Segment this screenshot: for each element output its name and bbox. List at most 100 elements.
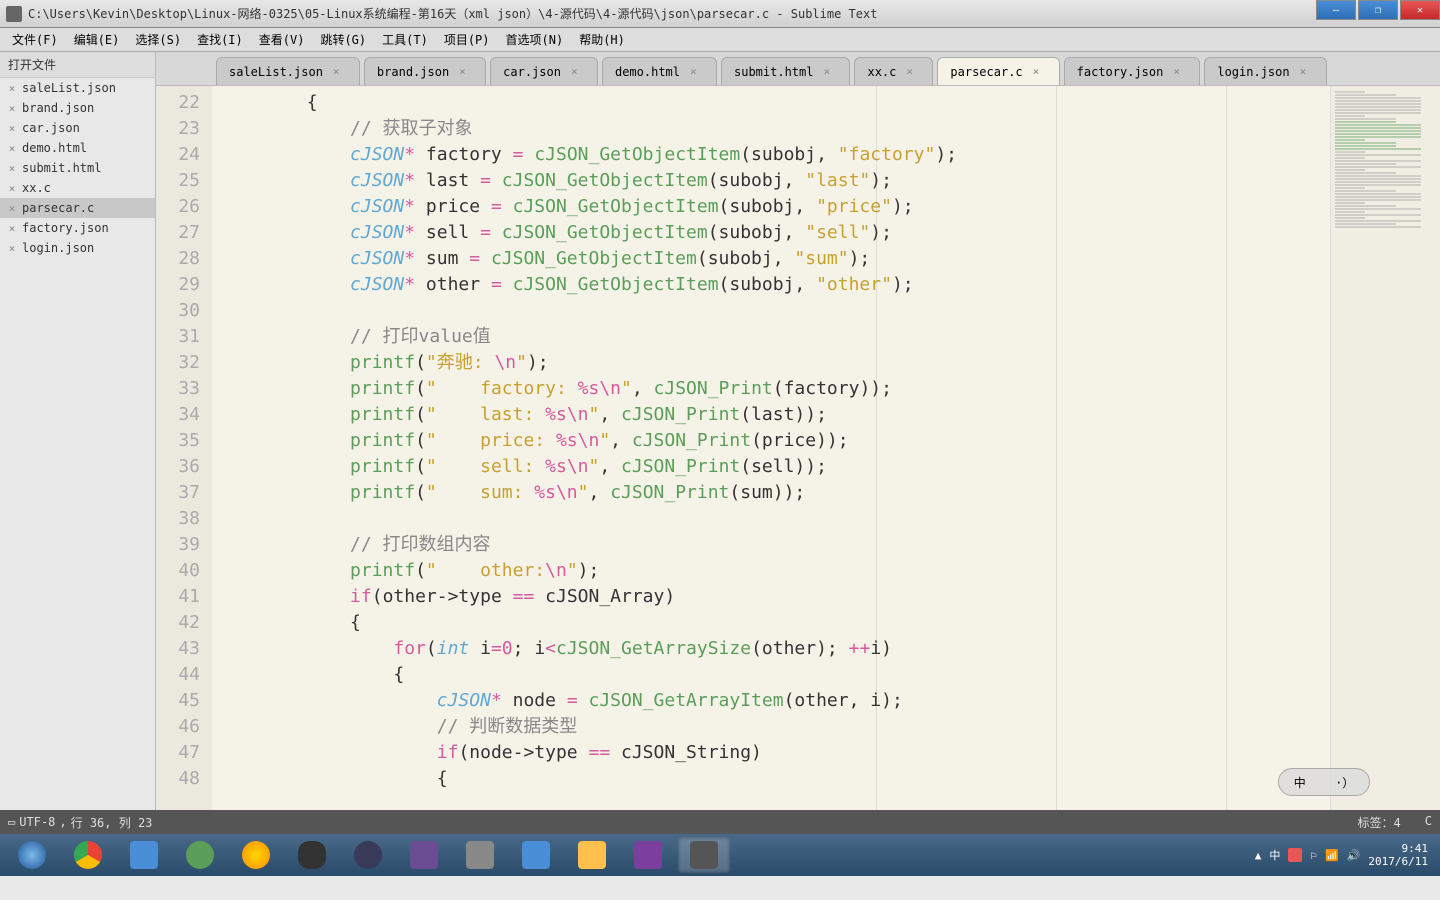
code-line[interactable] — [220, 298, 1330, 324]
code-line[interactable]: printf("奔驰: \n"); — [220, 350, 1330, 376]
close-icon[interactable]: × — [1300, 65, 1314, 78]
close-icon[interactable]: × — [6, 102, 18, 115]
tray-volume-icon[interactable]: 🔊 — [1347, 849, 1361, 862]
editor-tab[interactable]: demo.html× — [602, 57, 717, 85]
taskbar-app3[interactable] — [230, 837, 282, 873]
menu-item[interactable]: 跳转(G) — [312, 29, 374, 50]
code-line[interactable]: printf(" sum: %s\n", cJSON_Print(sum)); — [220, 480, 1330, 506]
start-button[interactable] — [6, 837, 58, 873]
editor-tab[interactable]: login.json× — [1204, 57, 1326, 85]
close-icon[interactable]: × — [6, 242, 18, 255]
menu-item[interactable]: 项目(P) — [436, 29, 498, 50]
system-tray[interactable]: ▲ 中 ⚐ 📶 🔊 9:41 2017/6/11 — [1255, 842, 1436, 868]
status-language[interactable]: C — [1425, 814, 1432, 831]
close-icon[interactable]: × — [6, 202, 18, 215]
close-icon[interactable]: × — [6, 222, 18, 235]
menu-item[interactable]: 帮助(H) — [571, 29, 633, 50]
code-line[interactable]: cJSON* node = cJSON_GetArrayItem(other, … — [220, 688, 1330, 714]
minimap[interactable] — [1330, 86, 1440, 810]
editor-tab[interactable]: xx.c× — [854, 57, 933, 85]
close-icon[interactable]: × — [1033, 65, 1047, 78]
taskbar-qq[interactable] — [286, 837, 338, 873]
sidebar-file-item[interactable]: ×login.json — [0, 238, 155, 258]
taskbar-chrome[interactable] — [62, 837, 114, 873]
close-icon[interactable]: × — [6, 182, 18, 195]
taskbar-app1[interactable] — [118, 837, 170, 873]
tray-icon-2[interactable]: 中 — [1269, 847, 1280, 863]
code-line[interactable]: { — [220, 610, 1330, 636]
code-line[interactable]: if(node->type == cJSON_String) — [220, 740, 1330, 766]
editor-tab[interactable]: parsecar.c× — [937, 57, 1059, 85]
code-line[interactable]: printf(" last: %s\n", cJSON_Print(last))… — [220, 402, 1330, 428]
taskbar-vs[interactable] — [398, 837, 450, 873]
code-line[interactable]: // 打印value值 — [220, 324, 1330, 350]
code-line[interactable]: if(other->type == cJSON_Array) — [220, 584, 1330, 610]
menu-item[interactable]: 选择(S) — [127, 29, 189, 50]
code-line[interactable]: cJSON* factory = cJSON_GetObjectItem(sub… — [220, 142, 1330, 168]
taskbar-app2[interactable] — [174, 837, 226, 873]
close-icon[interactable]: × — [6, 162, 18, 175]
close-icon[interactable]: × — [571, 65, 585, 78]
tray-icon[interactable]: ▲ — [1255, 849, 1262, 862]
code-line[interactable]: // 判断数据类型 — [220, 714, 1330, 740]
tray-icon-4[interactable]: ⚐ — [1310, 849, 1317, 862]
close-icon[interactable]: × — [6, 82, 18, 95]
tray-clock[interactable]: 9:41 2017/6/11 — [1368, 842, 1428, 868]
code-content[interactable]: { // 获取子对象 cJSON* factory = cJSON_GetObj… — [212, 86, 1330, 810]
sidebar-file-item[interactable]: ×xx.c — [0, 178, 155, 198]
menu-item[interactable]: 首选项(N) — [498, 29, 572, 50]
menu-item[interactable]: 查找(I) — [189, 29, 251, 50]
tray-network-icon[interactable]: 📶 — [1325, 849, 1339, 862]
close-icon[interactable]: × — [459, 65, 473, 78]
sidebar-file-item[interactable]: ×submit.html — [0, 158, 155, 178]
sidebar-file-item[interactable]: ×saleList.json — [0, 78, 155, 98]
menu-item[interactable]: 编辑(E) — [66, 29, 128, 50]
close-icon[interactable]: × — [6, 142, 18, 155]
menu-item[interactable]: 查看(V) — [251, 29, 313, 50]
sidebar-file-item[interactable]: ×car.json — [0, 118, 155, 138]
close-icon[interactable]: × — [906, 65, 920, 78]
ime-mode[interactable]: 中 — [1294, 774, 1306, 791]
code-line[interactable]: // 打印数组内容 — [220, 532, 1330, 558]
menu-item[interactable]: 工具(T) — [374, 29, 436, 50]
status-tabs[interactable]: 标签：4 — [1358, 814, 1401, 831]
code-line[interactable]: printf(" factory: %s\n", cJSON_Print(fac… — [220, 376, 1330, 402]
editor-tab[interactable]: factory.json× — [1064, 57, 1201, 85]
sidebar-file-item[interactable]: ×factory.json — [0, 218, 155, 238]
editor-tab[interactable]: saleList.json× — [216, 57, 360, 85]
maximize-button[interactable]: ❐ — [1358, 0, 1398, 20]
code-line[interactable]: printf(" other:\n"); — [220, 558, 1330, 584]
code-line[interactable]: cJSON* other = cJSON_GetObjectItem(subob… — [220, 272, 1330, 298]
code-line[interactable]: cJSON* sell = cJSON_GetObjectItem(subobj… — [220, 220, 1330, 246]
close-button[interactable]: ✕ — [1400, 0, 1440, 20]
tray-icon-3[interactable] — [1288, 848, 1302, 862]
code-line[interactable]: { — [220, 90, 1330, 116]
ime-bar[interactable]: 中 ·） — [1278, 768, 1370, 796]
sidebar-file-item[interactable]: ×brand.json — [0, 98, 155, 118]
close-icon[interactable]: × — [823, 65, 837, 78]
code-line[interactable]: cJSON* price = cJSON_GetObjectItem(subob… — [220, 194, 1330, 220]
code-line[interactable]: // 获取子对象 — [220, 116, 1330, 142]
code-line[interactable] — [220, 506, 1330, 532]
ime-punct[interactable]: ·） — [1335, 774, 1354, 791]
taskbar-vmware[interactable] — [510, 837, 562, 873]
menu-item[interactable]: 文件(F) — [4, 29, 66, 50]
code-editor[interactable]: 2223242526272829303132333435363738394041… — [156, 86, 1440, 810]
editor-tab[interactable]: submit.html× — [721, 57, 850, 85]
close-icon[interactable]: × — [333, 65, 347, 78]
code-line[interactable]: for(int i=0; i<cJSON_GetArraySize(other)… — [220, 636, 1330, 662]
code-line[interactable]: cJSON* last = cJSON_GetObjectItem(subobj… — [220, 168, 1330, 194]
taskbar-eclipse[interactable] — [342, 837, 394, 873]
minimize-button[interactable]: — — [1316, 0, 1356, 20]
editor-tab[interactable]: brand.json× — [364, 57, 486, 85]
taskbar-sublime[interactable] — [678, 837, 730, 873]
taskbar-app4[interactable] — [454, 837, 506, 873]
code-line[interactable]: { — [220, 662, 1330, 688]
sidebar-file-item[interactable]: ×demo.html — [0, 138, 155, 158]
editor-tab[interactable]: car.json× — [490, 57, 598, 85]
code-line[interactable]: printf(" sell: %s\n", cJSON_Print(sell))… — [220, 454, 1330, 480]
close-icon[interactable]: × — [6, 122, 18, 135]
status-encoding[interactable]: UTF-8 — [19, 815, 55, 829]
code-line[interactable]: printf(" price: %s\n", cJSON_Print(price… — [220, 428, 1330, 454]
taskbar-onenote[interactable] — [622, 837, 674, 873]
